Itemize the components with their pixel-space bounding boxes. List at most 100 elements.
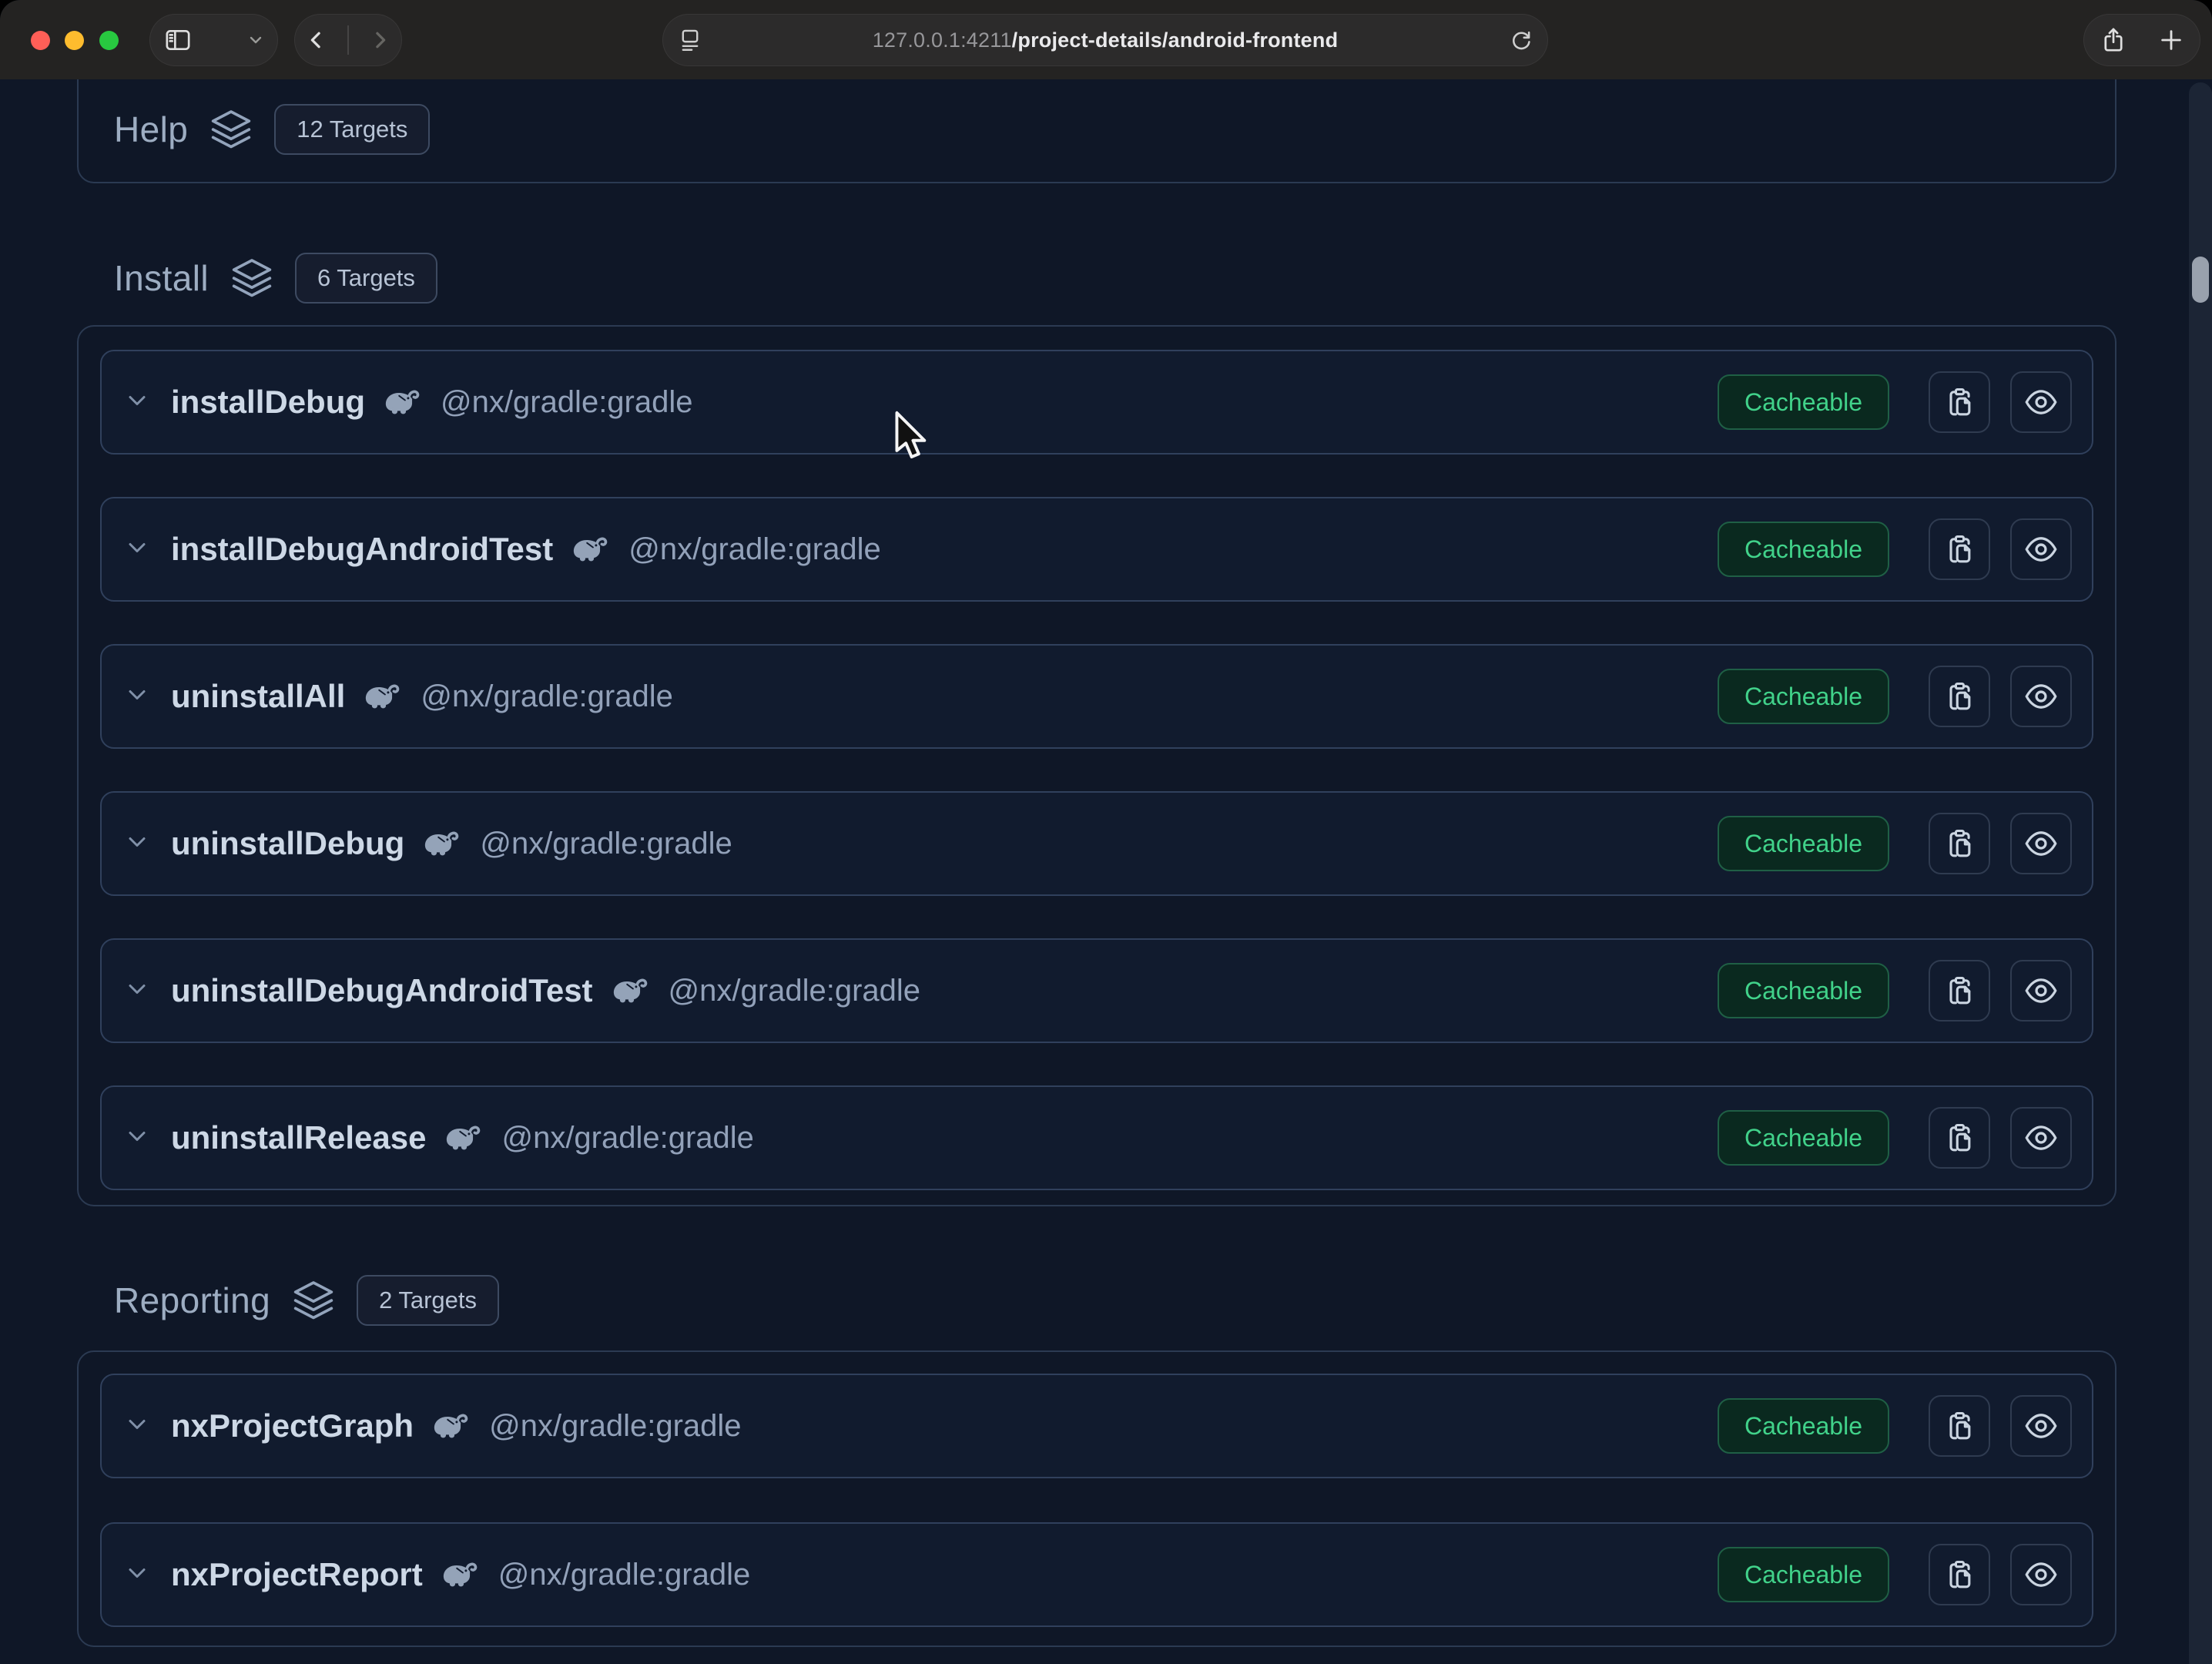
scrollbar-track[interactable]: [2189, 82, 2212, 1664]
target-row-uninstallDebug[interactable]: uninstallDebug @nx/gradle:gradle Cacheab…: [100, 791, 2093, 896]
view-target-button[interactable]: [2010, 1395, 2072, 1457]
target-executor: @nx/gradle:gradle: [501, 1121, 753, 1156]
url-host: 127.0.0.1:4211: [873, 29, 1012, 52]
section-heading-install: Install 6 Targets: [114, 247, 437, 309]
view-target-button[interactable]: [2010, 1107, 2072, 1169]
scrollbar-thumb[interactable]: [2192, 257, 2209, 303]
eye-icon: [2023, 1120, 2059, 1156]
chevron-down-icon[interactable]: [123, 1411, 151, 1442]
copy-target-button[interactable]: [1929, 960, 1990, 1022]
gradle-elephant-icon: [423, 828, 463, 860]
gradle-elephant-icon: [571, 534, 612, 565]
share-icon[interactable]: [2100, 26, 2127, 54]
clipboard-copy-icon: [1942, 385, 1976, 419]
cacheable-badge: Cacheable: [1718, 963, 1889, 1018]
chevron-down-icon[interactable]: [123, 1122, 151, 1154]
section-heading-reporting: Reporting 2 Targets: [114, 1270, 499, 1331]
copy-target-button[interactable]: [1929, 518, 1990, 580]
eye-icon: [2023, 1408, 2059, 1444]
nav-divider: [347, 25, 349, 55]
target-row-installDebug[interactable]: installDebug @nx/gradle:gradle Cacheable: [100, 350, 2093, 455]
nav-button-group: [294, 14, 402, 66]
sidebar-toggle-icon[interactable]: [163, 25, 193, 55]
address-bar[interactable]: 127.0.0.1:4211/project-details/android-f…: [662, 14, 1548, 66]
eye-icon: [2023, 1557, 2059, 1592]
copy-target-button[interactable]: [1929, 1395, 1990, 1457]
section-title: Install: [114, 257, 209, 299]
copy-target-button[interactable]: [1929, 1544, 1990, 1605]
zoom-window-button[interactable]: [99, 31, 119, 50]
reload-button[interactable]: [1509, 28, 1533, 52]
cacheable-badge: Cacheable: [1718, 1398, 1889, 1454]
target-name: uninstallDebug: [171, 825, 404, 862]
view-target-button[interactable]: [2010, 371, 2072, 433]
target-name: installDebug: [171, 384, 365, 421]
forward-button[interactable]: [368, 29, 391, 52]
cacheable-badge: Cacheable: [1718, 522, 1889, 577]
cacheable-badge: Cacheable: [1718, 374, 1889, 430]
cacheable-badge: Cacheable: [1718, 669, 1889, 724]
browser-toolbar: 127.0.0.1:4211/project-details/android-f…: [0, 0, 2212, 79]
target-name: nxProjectGraph: [171, 1407, 414, 1444]
gradle-elephant-icon: [444, 1122, 484, 1154]
copy-target-button[interactable]: [1929, 371, 1990, 433]
eye-icon: [2023, 973, 2059, 1008]
chevron-down-icon[interactable]: [123, 975, 151, 1007]
page-settings-icon[interactable]: [677, 27, 703, 53]
target-executor: @nx/gradle:gradle: [441, 385, 692, 420]
layers-icon: [209, 106, 253, 153]
target-row-nxProjectGraph[interactable]: nxProjectGraph @nx/gradle:gradle Cacheab…: [100, 1374, 2093, 1478]
sidebar-chevron-down-icon[interactable]: [246, 31, 265, 49]
view-target-button[interactable]: [2010, 813, 2072, 874]
minimize-window-button[interactable]: [65, 31, 84, 50]
cacheable-badge: Cacheable: [1718, 1547, 1889, 1602]
target-executor: @nx/gradle:gradle: [498, 1558, 750, 1592]
chevron-down-icon[interactable]: [123, 534, 151, 565]
reporting-group-container: nxProjectGraph @nx/gradle:gradle Cacheab…: [77, 1350, 2116, 1647]
new-tab-icon[interactable]: [2158, 27, 2184, 53]
target-count-badge: 6 Targets: [295, 253, 437, 304]
copy-target-button[interactable]: [1929, 1107, 1990, 1169]
target-row-uninstallAll[interactable]: uninstallAll @nx/gradle:gradle Cacheable: [100, 644, 2093, 749]
view-target-button[interactable]: [2010, 518, 2072, 580]
chevron-down-icon[interactable]: [123, 1559, 151, 1591]
target-row-uninstallDebugAndroidTest[interactable]: uninstallDebugAndroidTest @nx/gradle:gra…: [100, 938, 2093, 1043]
layers-icon: [230, 255, 273, 302]
clipboard-copy-icon: [1942, 1409, 1976, 1443]
target-name: installDebugAndroidTest: [171, 531, 553, 568]
target-executor: @nx/gradle:gradle: [628, 532, 880, 567]
target-row-uninstallRelease[interactable]: uninstallRelease @nx/gradle:gradle Cache…: [100, 1085, 2093, 1190]
target-name: uninstallAll: [171, 678, 345, 715]
project-details-page: Help 12 Targets Install 6 Targets: [0, 79, 2212, 1664]
target-executor: @nx/gradle:gradle: [489, 1409, 741, 1444]
gradle-elephant-icon: [384, 387, 424, 418]
eye-icon: [2023, 679, 2059, 714]
chevron-down-icon[interactable]: [123, 681, 151, 713]
eye-icon: [2023, 384, 2059, 420]
copy-target-button[interactable]: [1929, 813, 1990, 874]
view-target-button[interactable]: [2010, 1544, 2072, 1605]
layers-icon: [292, 1277, 335, 1324]
url-text[interactable]: 127.0.0.1:4211/project-details/android-f…: [873, 29, 1339, 52]
chevron-down-icon[interactable]: [123, 387, 151, 418]
close-window-button[interactable]: [31, 31, 50, 50]
clipboard-copy-icon: [1942, 1558, 1976, 1592]
view-target-button[interactable]: [2010, 960, 2072, 1022]
back-button[interactable]: [305, 29, 328, 52]
target-row-nxProjectReport[interactable]: nxProjectReport @nx/gradle:gradle Cachea…: [100, 1522, 2093, 1627]
clipboard-copy-icon: [1942, 532, 1976, 566]
target-count-badge: 2 Targets: [357, 1275, 499, 1326]
clipboard-copy-icon: [1942, 974, 1976, 1008]
target-name: nxProjectReport: [171, 1556, 423, 1593]
url-path: /project-details/android-frontend: [1012, 29, 1339, 52]
copy-target-button[interactable]: [1929, 666, 1990, 727]
gradle-elephant-icon: [364, 681, 404, 713]
gradle-elephant-icon: [612, 975, 652, 1007]
clipboard-copy-icon: [1942, 827, 1976, 861]
target-row-installDebugAndroidTest[interactable]: installDebugAndroidTest @nx/gradle:gradl…: [100, 497, 2093, 602]
sidebar-toggle-group[interactable]: [149, 14, 278, 66]
target-executor: @nx/gradle:gradle: [669, 974, 920, 1008]
chevron-down-icon[interactable]: [123, 828, 151, 860]
clipboard-copy-icon: [1942, 679, 1976, 713]
view-target-button[interactable]: [2010, 666, 2072, 727]
